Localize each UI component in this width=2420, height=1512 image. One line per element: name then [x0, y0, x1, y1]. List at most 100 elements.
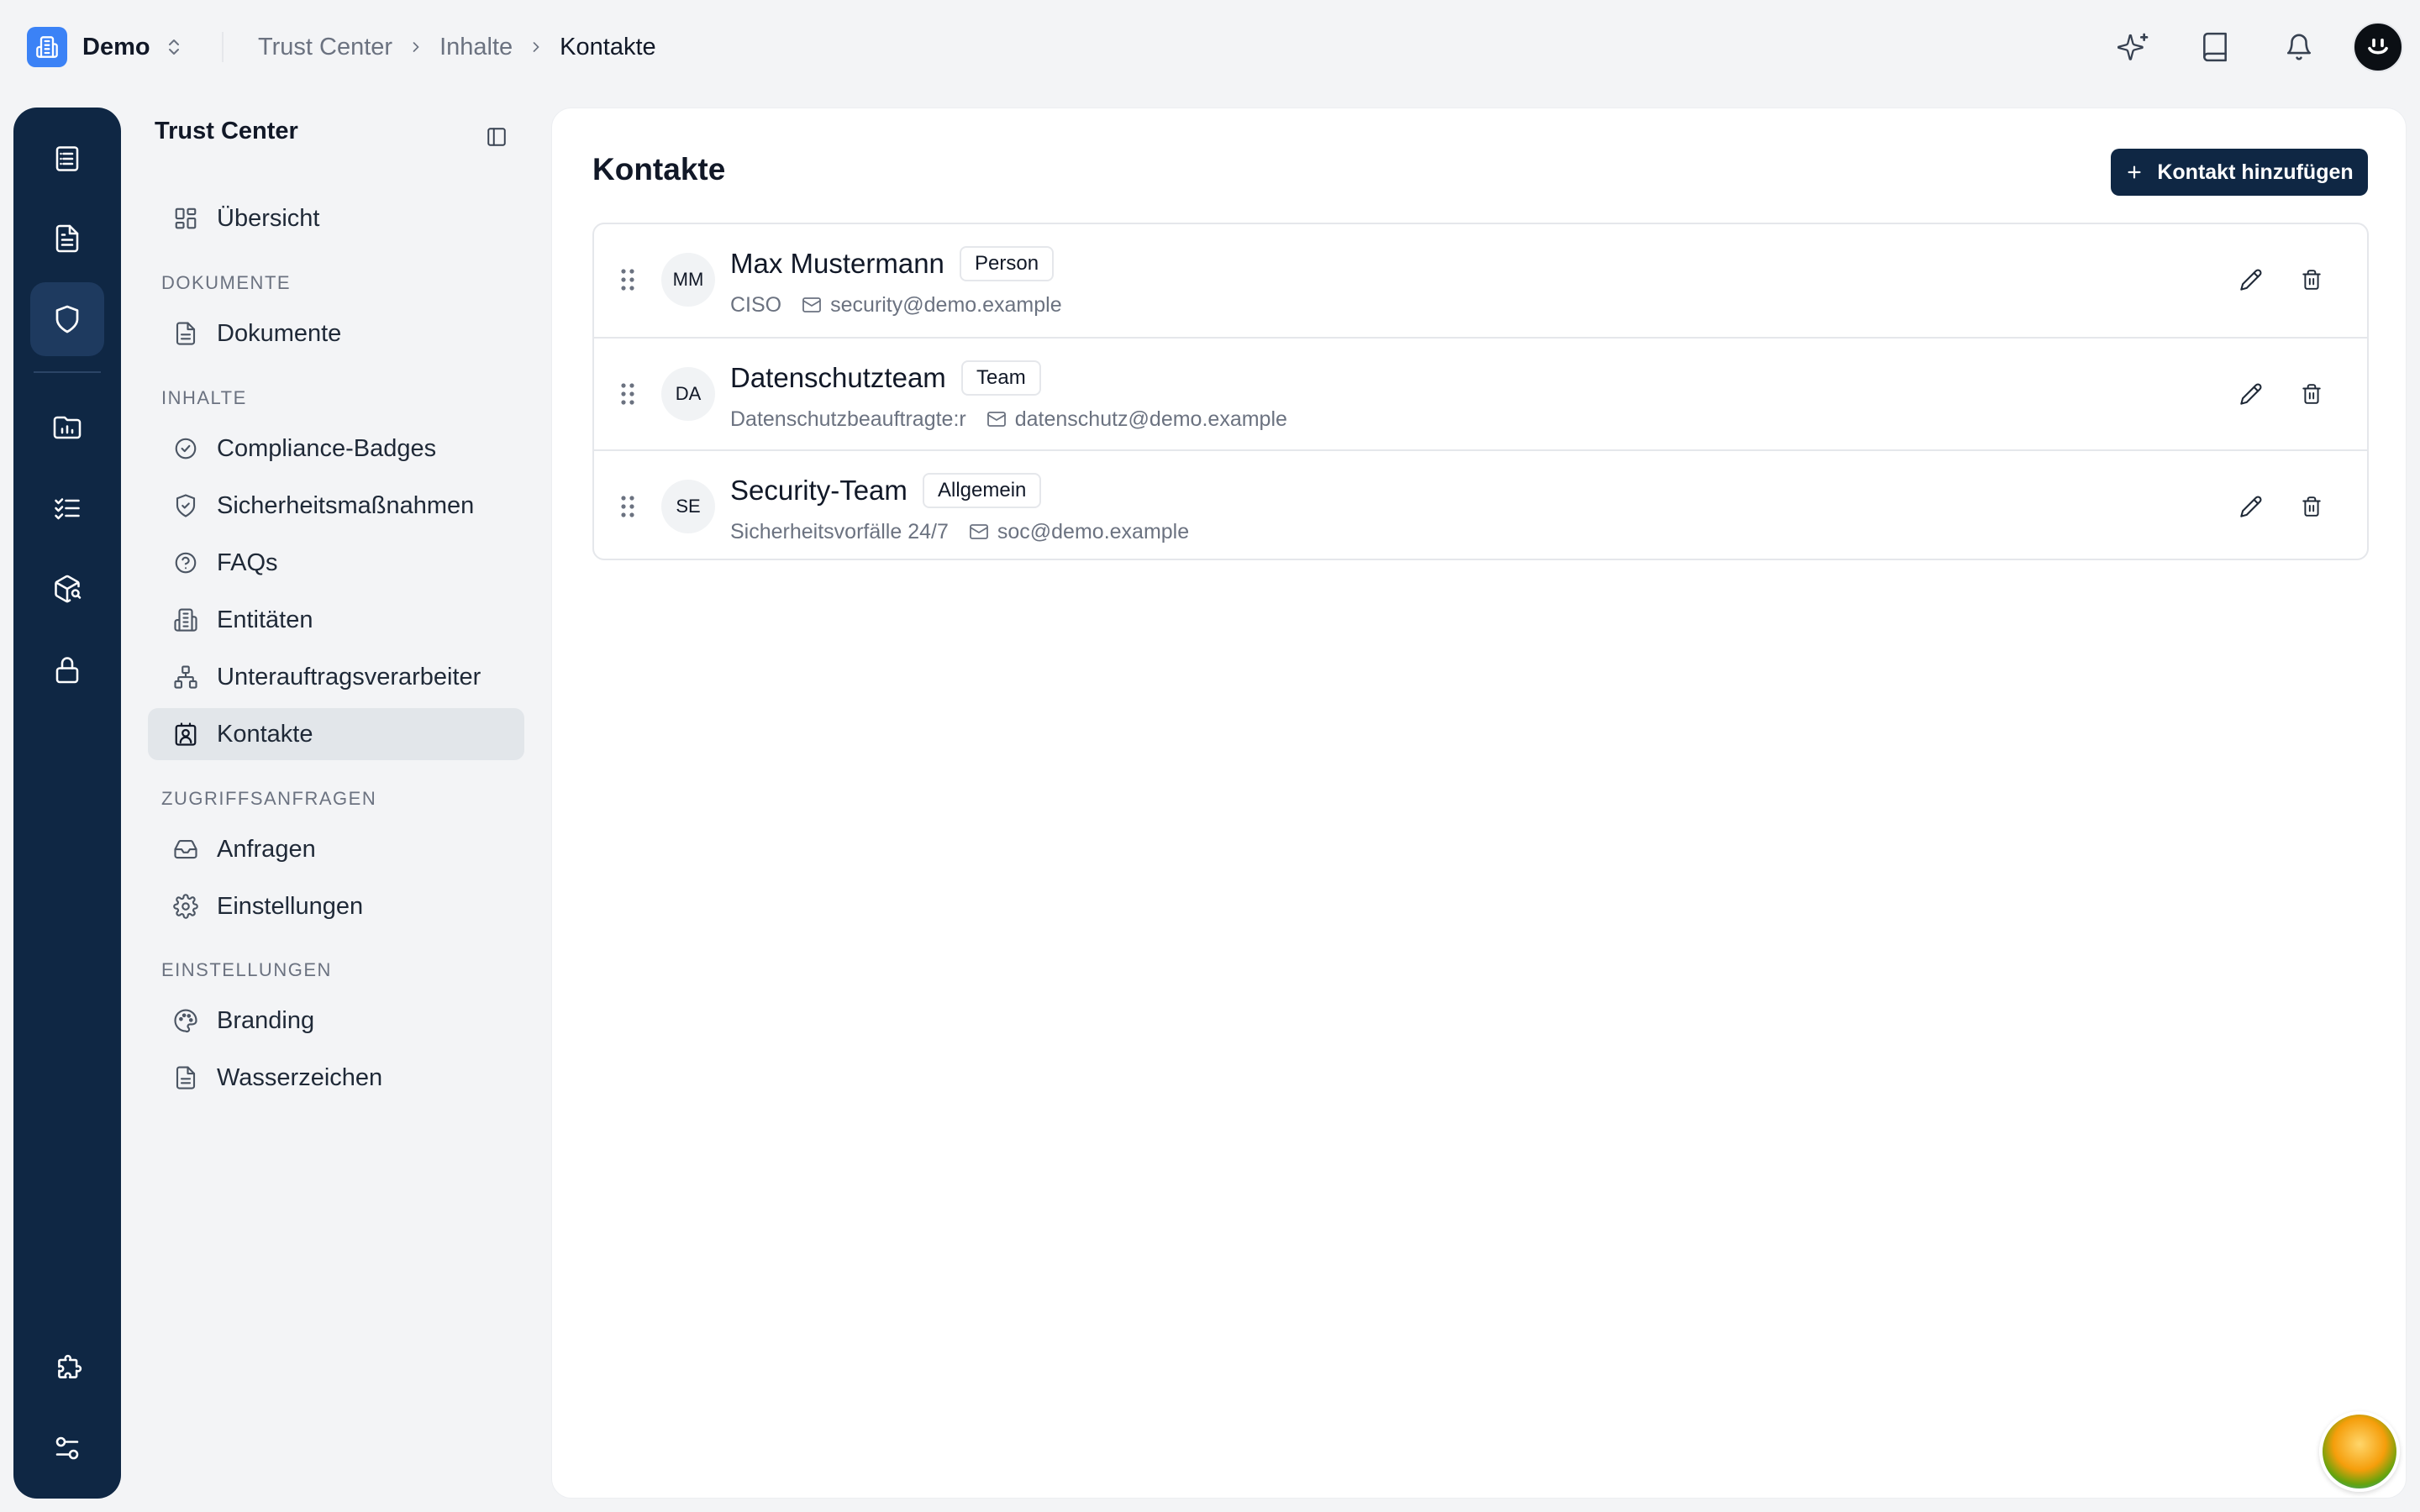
lock-icon: [52, 654, 82, 685]
contact-role: Sicherheitsvorfälle 24/7: [730, 519, 949, 543]
shield-check-icon: [173, 493, 198, 518]
folder-chart-icon: [52, 412, 82, 443]
grip-vertical-icon[interactable]: [619, 493, 636, 520]
contact-type-badge: Person: [960, 246, 1055, 281]
table-row: MM Max Mustermann Person CISO security@d…: [594, 224, 2367, 337]
rail-vendors-button[interactable]: [30, 552, 104, 626]
sidebar-item-label: Anfragen: [217, 835, 316, 863]
contact-avatar: MM: [661, 253, 715, 307]
user-avatar[interactable]: [2353, 22, 2403, 72]
contact-email[interactable]: security@demo.example: [830, 293, 1062, 318]
rail-checklist-button[interactable]: [30, 471, 104, 545]
sidebar-item-label: Einstellungen: [217, 892, 364, 920]
sidebar-item-label: Compliance-Badges: [217, 434, 437, 462]
badge-check-icon: [173, 436, 198, 461]
table-row: SE Security-Team Allgemein Sicherheitsvo…: [594, 449, 2367, 559]
rail-tasks-button[interactable]: [30, 122, 104, 196]
gear-icon: [173, 894, 198, 919]
table-row: DA Datenschutzteam Team Datenschutzbeauf…: [594, 337, 2367, 449]
sidebar-item-label: Übersicht: [217, 204, 320, 232]
sidebar-item-compliance-badges[interactable]: Compliance-Badges: [148, 423, 524, 475]
trash-icon[interactable]: [2296, 379, 2327, 409]
sidebar-item-entities[interactable]: Entitäten: [148, 594, 524, 646]
section-access-requests: ZUGRIFFSANFRAGEN: [161, 788, 377, 809]
chevron-right-icon: [408, 39, 424, 55]
contact-meta: CISO security@demo.example: [730, 291, 1062, 318]
mail-icon: [986, 409, 1007, 429]
section-documents: DOKUMENTE: [161, 272, 292, 293]
sidebar-item-watermark[interactable]: Wasserzeichen: [148, 1052, 524, 1104]
sidebar-item-faqs[interactable]: FAQs: [148, 537, 524, 589]
contact-name: Security-Team: [730, 475, 908, 506]
icon-rail: [13, 108, 121, 1499]
breadcrumb-inhalte[interactable]: Inhalte: [439, 34, 513, 61]
panel-left-icon[interactable]: [486, 126, 511, 151]
puzzle-icon: [52, 1352, 82, 1383]
add-contact-button[interactable]: Kontakt hinzufügen: [2111, 149, 2368, 196]
assistant-avatar[interactable]: [2319, 1411, 2400, 1492]
rail-documents-button[interactable]: [30, 202, 104, 276]
divider: [222, 32, 224, 62]
edit-icon[interactable]: [2236, 379, 2266, 409]
sidebar-item-request-settings[interactable]: Einstellungen: [148, 880, 524, 932]
sidebar-item-label: Branding: [217, 1006, 315, 1034]
book-icon[interactable]: [2196, 29, 2233, 66]
rail-access-button[interactable]: [30, 633, 104, 706]
sidebar-item-requests[interactable]: Anfragen: [148, 823, 524, 875]
contact-role: Datenschutzbeauftragte:r: [730, 407, 966, 431]
contact-meta: Datenschutzbeauftragte:r datenschutz@dem…: [730, 406, 1287, 433]
contact-meta: Sicherheitsvorfälle 24/7 soc@demo.exampl…: [730, 518, 1189, 545]
sidebar-item-subprocessors[interactable]: Unterauftragsverarbeiter: [148, 651, 524, 703]
bell-icon[interactable]: [2281, 29, 2317, 66]
sidebar-item-label: FAQs: [217, 549, 278, 576]
trash-icon[interactable]: [2296, 265, 2327, 295]
top-bar: Demo Trust Center Inhalte Kontakte: [0, 0, 2420, 94]
contact-role: CISO: [730, 292, 782, 317]
rail-integrations-button[interactable]: [30, 1331, 104, 1404]
grip-vertical-icon[interactable]: [619, 381, 636, 407]
sidebar-item-security-measures[interactable]: Sicherheitsmaßnahmen: [148, 480, 524, 532]
org-switcher[interactable]: Demo: [27, 27, 184, 67]
contact-type-badge: Team: [961, 360, 1041, 396]
sidebar-item-label: Unterauftragsverarbeiter: [217, 663, 481, 690]
rail-settings-button[interactable]: [30, 1411, 104, 1485]
sidebar-item-branding[interactable]: Branding: [148, 995, 524, 1047]
building-icon: [27, 27, 67, 67]
sidebar-item-label: Entitäten: [217, 606, 313, 633]
package-search-icon: [52, 574, 82, 604]
sidebar-item-contacts[interactable]: Kontakte: [148, 708, 524, 760]
contact-email[interactable]: datenschutz@demo.example: [1015, 407, 1287, 432]
sidebar-item-overview[interactable]: Übersicht: [148, 192, 524, 244]
section-settings: EINSTELLUNGEN: [161, 959, 332, 980]
page-title: Kontakte: [592, 152, 726, 186]
building-icon: [173, 607, 198, 633]
edit-icon[interactable]: [2236, 491, 2266, 522]
trash-icon[interactable]: [2296, 491, 2327, 522]
mail-icon: [969, 522, 989, 542]
help-circle-icon: [173, 550, 198, 575]
plus-icon: [2125, 163, 2144, 181]
rail-trust-center-button[interactable]: [30, 282, 104, 356]
contact-email[interactable]: soc@demo.example: [997, 520, 1189, 544]
grip-vertical-icon[interactable]: [619, 266, 636, 293]
sparkles-icon[interactable]: [2116, 29, 2153, 66]
breadcrumb-trust-center[interactable]: Trust Center: [258, 34, 392, 61]
sidebar-item-label: Kontakte: [217, 720, 313, 748]
sidebar-title: Trust Center: [155, 118, 298, 144]
breadcrumb-kontakte: Kontakte: [560, 33, 656, 60]
sidebar-item-documents[interactable]: Dokumente: [148, 307, 524, 360]
shield-icon: [52, 304, 82, 334]
sliders-icon: [52, 1433, 82, 1463]
breadcrumb: Trust Center Inhalte Kontakte: [258, 30, 656, 64]
rail-reports-button[interactable]: [30, 391, 104, 465]
mail-icon: [802, 295, 822, 315]
edit-icon[interactable]: [2236, 265, 2266, 295]
org-name: Demo: [82, 33, 150, 60]
inbox-icon: [173, 837, 198, 862]
palette-icon: [173, 1008, 198, 1033]
section-content: INHALTE: [161, 387, 247, 408]
sidebar-item-label: Dokumente: [217, 319, 342, 347]
contact-avatar: SE: [661, 480, 715, 533]
chevrons-up-down-icon: [164, 37, 184, 57]
list-checks-icon: [52, 493, 82, 523]
